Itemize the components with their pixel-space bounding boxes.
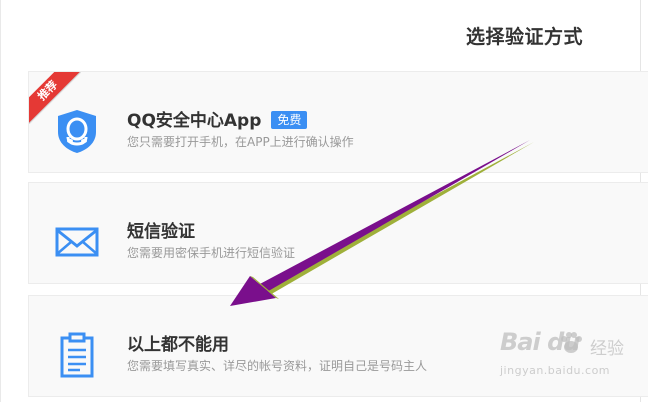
baidu-paw-icon — [561, 332, 582, 353]
envelope-icon — [55, 227, 99, 257]
page-title: 选择验证方式 — [466, 26, 584, 48]
option-description: 您需要用密保手机进行短信验证 — [127, 246, 296, 260]
clipboard-icon — [60, 332, 94, 378]
option-description: 您需要填写真实、详尽的帐号资料，证明自己是号码主人 — [127, 359, 428, 373]
option-sms-verification[interactable]: 短信验证 您需要用密保手机进行短信验证 — [28, 182, 648, 284]
page-left-border — [0, 0, 1, 402]
option-qq-security-app[interactable]: 推荐 QQ安全中心App 免费 您只需要打开手机，在APP上进行确认操作 — [28, 71, 648, 173]
option-description: 您只需要打开手机，在APP上进行确认操作 — [127, 135, 354, 149]
qq-shield-icon — [58, 110, 96, 153]
option-title: 短信验证 — [127, 222, 195, 242]
watermark-text: 经验 — [590, 339, 624, 359]
option-title: 以上都不能用 — [127, 335, 229, 355]
option-title-text: QQ安全中心App — [127, 111, 262, 131]
watermark-url: jingyan.baidu.com — [500, 364, 611, 377]
free-badge: 免费 — [271, 111, 308, 129]
baidu-jingyan-watermark: Bai du 经验 jingyan.baidu.com — [500, 328, 640, 398]
option-title: QQ安全中心App 免费 — [127, 106, 308, 131]
